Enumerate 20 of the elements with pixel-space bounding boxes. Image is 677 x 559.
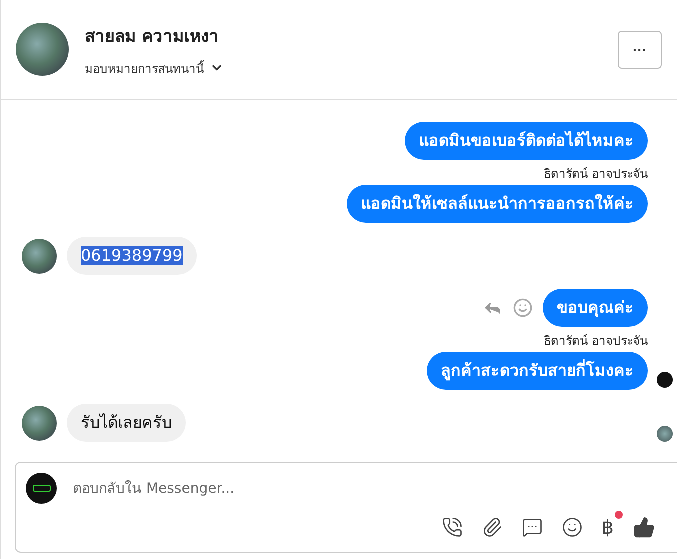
incoming-message: 0619389799 bbox=[67, 237, 197, 275]
outgoing-message: ขอบคุณค่ะ bbox=[543, 289, 648, 327]
emoji-icon[interactable] bbox=[562, 517, 583, 538]
assign-dropdown[interactable]: มอบหมายการสนทนานี้ bbox=[85, 58, 602, 78]
outgoing-message: แอดมินให้เซลล์แนะนำการออกรถให้ค่ะ bbox=[347, 185, 648, 223]
thumbs-up-icon[interactable] bbox=[633, 516, 656, 539]
phone-plus-icon[interactable] bbox=[442, 517, 463, 538]
outgoing-message: ลูกค้าสะดวกรับสายกี่โมงคะ bbox=[427, 352, 648, 390]
avatar-photo-placeholder bbox=[22, 238, 57, 274]
chat-bubble-icon[interactable] bbox=[522, 517, 543, 538]
contact-name: สายลม ความเหงา bbox=[85, 26, 220, 48]
more-button[interactable]: ··· bbox=[618, 30, 662, 68]
outgoing-message: แอดมินขอเบอร์ติดต่อได้ไหมคะ bbox=[405, 122, 648, 160]
attach-icon[interactable] bbox=[482, 517, 503, 538]
sender-name: ธิดารัตน์ อาจประจัน bbox=[544, 167, 648, 181]
sender-name: ธิดารัตน์ อาจประจัน bbox=[544, 334, 648, 348]
incoming-message: รับได้เลยครับ bbox=[67, 404, 186, 442]
payment-button[interactable]: ฿ bbox=[602, 516, 614, 538]
avatar-photo-placeholder bbox=[22, 406, 57, 440]
page-logo-icon bbox=[26, 473, 57, 504]
